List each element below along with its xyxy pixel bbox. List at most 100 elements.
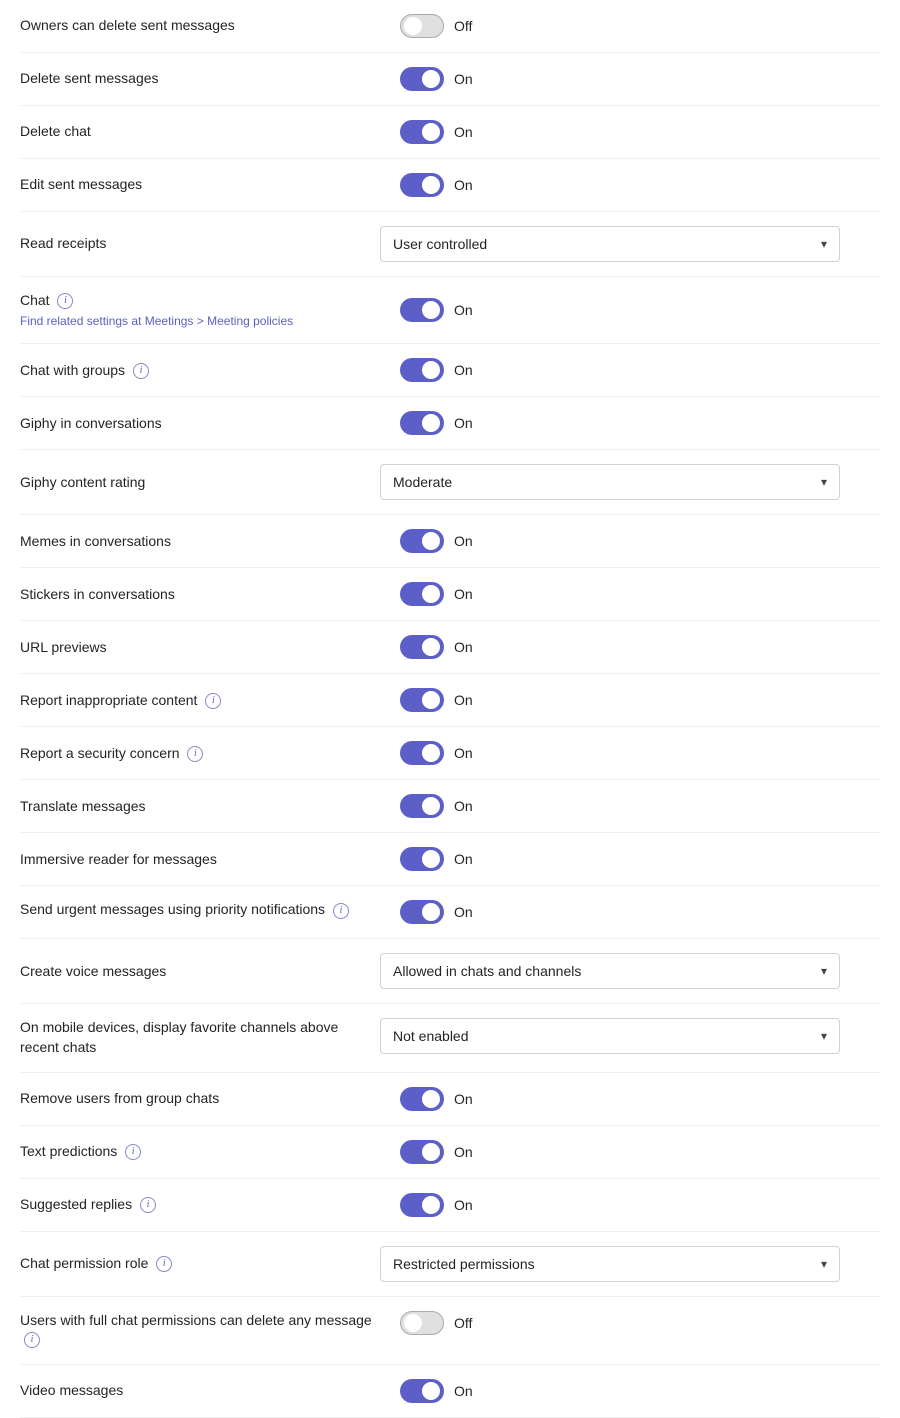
toggle-value-label-video-messages: On (454, 1383, 473, 1399)
toggle-thumb-report-security (422, 744, 440, 762)
setting-label-video-messages: Video messages (20, 1381, 380, 1401)
toggle-remove-users[interactable] (400, 1087, 444, 1111)
toggle-value-label-owners-delete: Off (454, 18, 472, 34)
settings-container: Owners can delete sent messages Off Delete… (0, 0, 900, 1418)
setting-row-mobile-channels: On mobile devices, display favorite chan… (20, 1004, 880, 1072)
setting-label-voice-messages: Create voice messages (20, 962, 380, 982)
toggle-thumb-translate-messages (422, 797, 440, 815)
setting-row-giphy-rating: Giphy content ratingModerate▾ (20, 450, 880, 515)
toggle-thumb-immersive-reader (422, 850, 440, 868)
info-icon-suggested-replies[interactable]: i (140, 1197, 156, 1213)
setting-row-immersive-reader: Immersive reader for messagesOn (20, 833, 880, 886)
setting-control-immersive-reader: On (380, 847, 880, 871)
toggle-delete-sent[interactable] (400, 67, 444, 91)
toggle-value-label-chat: On (454, 302, 473, 318)
setting-label-report-security: Report a security concern i (20, 744, 380, 764)
setting-row-suggested-replies: Suggested replies iOn (20, 1179, 880, 1232)
toggle-thumb-edit-sent (422, 176, 440, 194)
setting-row-chat-permission-role: Chat permission role iRestricted permiss… (20, 1232, 880, 1297)
toggle-thumb-memes (422, 532, 440, 550)
toggle-delete-chat[interactable] (400, 120, 444, 144)
toggle-thumb-chat (422, 301, 440, 319)
setting-row-edit-sent: Edit sent messagesOn (20, 159, 880, 212)
setting-row-read-receipts: Read receiptsUser controlled▾ (20, 212, 880, 277)
toggle-suggested-replies[interactable] (400, 1193, 444, 1217)
setting-row-remove-users: Remove users from group chatsOn (20, 1073, 880, 1126)
dropdown-chat-permission-role[interactable]: Restricted permissions▾ (380, 1246, 840, 1282)
toggle-translate-messages[interactable] (400, 794, 444, 818)
toggle-url-previews[interactable] (400, 635, 444, 659)
toggle-thumb-urgent-messages (422, 903, 440, 921)
dropdown-value-giphy-rating: Moderate (393, 474, 452, 490)
setting-subtext-chat: Find related settings at Meetings > Meet… (20, 313, 380, 330)
info-icon-chat[interactable]: i (57, 293, 73, 309)
toggle-owners-delete[interactable] (400, 14, 444, 38)
info-icon-report-inappropriate[interactable]: i (205, 693, 221, 709)
toggle-chat-with-groups[interactable] (400, 358, 444, 382)
setting-row-report-inappropriate: Report inappropriate content iOn (20, 674, 880, 727)
toggle-edit-sent[interactable] (400, 173, 444, 197)
toggle-video-messages[interactable] (400, 1379, 444, 1403)
setting-control-suggested-replies: On (380, 1193, 880, 1217)
setting-label-url-previews: URL previews (20, 638, 380, 658)
setting-label-suggested-replies: Suggested replies i (20, 1195, 380, 1215)
toggle-value-label-full-permissions-delete: Off (454, 1315, 472, 1331)
toggle-urgent-messages[interactable] (400, 900, 444, 924)
info-icon-chat-permission-role[interactable]: i (156, 1256, 172, 1272)
setting-control-memes: On (380, 529, 880, 553)
info-icon-urgent-messages[interactable]: i (333, 903, 349, 919)
toggle-value-label-report-security: On (454, 745, 473, 761)
setting-row-report-security: Report a security concern i On (20, 727, 880, 780)
toggle-thumb-chat-with-groups (422, 361, 440, 379)
toggle-value-label-url-previews: On (454, 639, 473, 655)
toggle-thumb-suggested-replies (422, 1196, 440, 1214)
toggle-full-permissions-delete[interactable] (400, 1311, 444, 1335)
setting-label-memes: Memes in conversations (20, 532, 380, 552)
dropdown-giphy-rating[interactable]: Moderate▾ (380, 464, 840, 500)
setting-label-urgent-messages: Send urgent messages using priority noti… (20, 900, 380, 920)
setting-label-giphy-rating: Giphy content rating (20, 473, 380, 493)
setting-control-delete-chat: On (380, 120, 880, 144)
info-icon-chat-with-groups[interactable]: i (133, 363, 149, 379)
setting-row-chat-with-groups: Chat with groups iOn (20, 344, 880, 397)
toggle-immersive-reader[interactable] (400, 847, 444, 871)
toggle-text-predictions[interactable] (400, 1140, 444, 1164)
dropdown-value-read-receipts: User controlled (393, 236, 487, 252)
setting-row-voice-messages: Create voice messagesAllowed in chats an… (20, 939, 880, 1004)
toggle-thumb-giphy-conversations (422, 414, 440, 432)
toggle-thumb-remove-users (422, 1090, 440, 1108)
dropdown-mobile-channels[interactable]: Not enabled▾ (380, 1018, 840, 1054)
toggle-value-label-urgent-messages: On (454, 904, 473, 920)
info-icon-full-permissions-delete[interactable]: i (24, 1332, 40, 1348)
toggle-value-label-translate-messages: On (454, 798, 473, 814)
toggle-chat[interactable] (400, 298, 444, 322)
setting-label-delete-chat: Delete chat (20, 122, 380, 142)
dropdown-voice-messages[interactable]: Allowed in chats and channels▾ (380, 953, 840, 989)
info-icon-report-security[interactable]: i (187, 746, 203, 762)
toggle-value-label-chat-with-groups: On (454, 362, 473, 378)
toggle-value-label-text-predictions: On (454, 1144, 473, 1160)
setting-row-full-permissions-delete: Users with full chat permissions can del… (20, 1297, 880, 1365)
chevron-down-icon-voice-messages: ▾ (821, 964, 827, 978)
toggle-report-security[interactable] (400, 741, 444, 765)
toggle-value-label-remove-users: On (454, 1091, 473, 1107)
toggle-value-label-edit-sent: On (454, 177, 473, 193)
toggle-giphy-conversations[interactable] (400, 411, 444, 435)
chevron-down-icon-read-receipts: ▾ (821, 237, 827, 251)
setting-row-text-predictions: Text predictions iOn (20, 1126, 880, 1179)
toggle-thumb-delete-chat (422, 123, 440, 141)
setting-label-stickers: Stickers in conversations (20, 585, 380, 605)
dropdown-value-chat-permission-role: Restricted permissions (393, 1256, 535, 1272)
setting-control-giphy-rating: Moderate▾ (380, 464, 880, 500)
info-icon-text-predictions[interactable]: i (125, 1144, 141, 1160)
setting-label-owners-delete: Owners can delete sent messages (20, 16, 380, 36)
setting-row-memes: Memes in conversationsOn (20, 515, 880, 568)
toggle-stickers[interactable] (400, 582, 444, 606)
toggle-report-inappropriate[interactable] (400, 688, 444, 712)
setting-control-giphy-conversations: On (380, 411, 880, 435)
setting-control-mobile-channels: Not enabled▾ (380, 1018, 880, 1054)
setting-control-chat: On (380, 298, 880, 322)
dropdown-read-receipts[interactable]: User controlled ▾ (380, 226, 840, 262)
setting-label-delete-sent: Delete sent messages (20, 69, 380, 89)
toggle-memes[interactable] (400, 529, 444, 553)
